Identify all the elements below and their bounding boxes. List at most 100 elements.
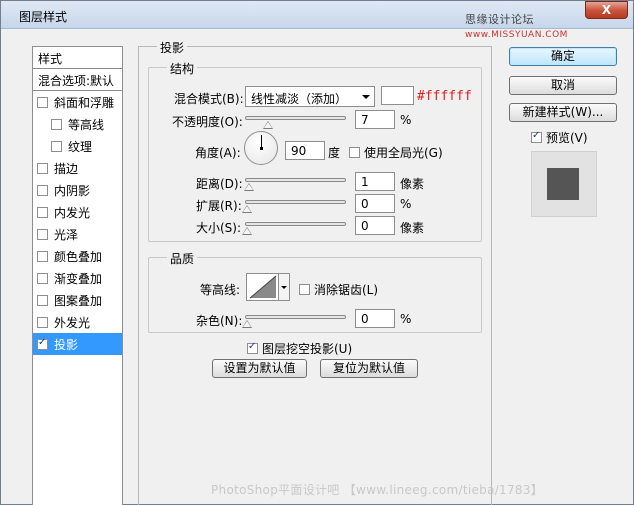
sidebar-item-color-overlay[interactable]: 颜色叠加: [33, 245, 122, 267]
contour-label: 等高线:: [200, 283, 241, 297]
opacity-unit: %: [400, 113, 412, 127]
watermark-top-text: 思缘设计论坛: [465, 13, 534, 26]
knockout-option[interactable]: 图层挖空投影(U): [247, 340, 352, 357]
blend-mode-value: 线性减淡（添加）: [251, 92, 348, 106]
sidebar-item-outer-glow[interactable]: 外发光: [33, 311, 122, 333]
spread-slider-thumb[interactable]: [242, 205, 252, 213]
sidebar-item-label: 等高线: [68, 117, 105, 132]
size-slider-thumb[interactable]: [242, 227, 252, 235]
distance-slider-track[interactable]: [245, 178, 346, 182]
new-style-button[interactable]: 新建样式(W)...: [509, 103, 617, 122]
sidebar-item-pattern-overlay[interactable]: 图案叠加: [33, 289, 122, 311]
blend-mode-select[interactable]: 线性减淡（添加）: [245, 86, 375, 107]
drop-shadow-checkbox[interactable]: [37, 337, 48, 350]
structure-title: 结构: [167, 60, 198, 77]
blend-mode-label: 混合模式(B):: [174, 92, 244, 106]
global-light-label: 使用全局光(G): [364, 146, 443, 160]
opacity-slider-thumb[interactable]: [263, 121, 273, 129]
noise-input[interactable]: 0: [355, 309, 395, 328]
sidebar-item-contour[interactable]: 等高线: [33, 113, 122, 135]
watermark-bottom: PhotoShop平面设计吧 【www.lineeg.com/tieba/178…: [211, 483, 544, 497]
preview-option[interactable]: 预览(V): [531, 129, 588, 146]
gradient-overlay-checkbox[interactable]: [37, 272, 48, 284]
antialias-checkbox[interactable]: [299, 284, 310, 295]
bevel-emboss-checkbox[interactable]: [37, 96, 48, 108]
shadow-color-hex: #ffffff: [417, 89, 472, 104]
opacity-slider-track[interactable]: [245, 116, 346, 120]
spread-label: 扩展(R):: [196, 199, 242, 213]
sidebar-item-drop-shadow[interactable]: 投影: [33, 333, 122, 355]
sidebar-item-label: 渐变叠加: [54, 271, 103, 286]
contour-checkbox[interactable]: [51, 118, 62, 130]
sidebar-item-texture[interactable]: 纹理: [33, 135, 122, 157]
angle-input[interactable]: 90: [285, 141, 325, 160]
size-label: 大小(S):: [196, 221, 242, 235]
sidebar-item-label: 投影: [54, 337, 79, 352]
pattern-overlay-checkbox[interactable]: [37, 294, 48, 306]
size-slider-track[interactable]: [245, 222, 346, 226]
sidebar-item-label: 外发光: [54, 315, 91, 330]
shadow-color-swatch[interactable]: [381, 86, 414, 105]
sidebar-item-gradient-overlay[interactable]: 渐变叠加: [33, 267, 122, 289]
blend-options-item[interactable]: 混合选项:默认: [33, 69, 122, 91]
noise-label: 杂色(N):: [196, 314, 243, 328]
structure-group: 结构 混合模式(B): 线性减淡（添加） #ffffff 不透明度(O): 7 …: [148, 60, 482, 242]
close-button[interactable]: X: [585, 1, 628, 19]
preview-checkbox[interactable]: [531, 130, 542, 143]
color-overlay-checkbox[interactable]: [37, 250, 48, 262]
contour-picker[interactable]: [246, 273, 290, 301]
angle-dial-center: [260, 147, 263, 150]
sidebar-item-bevel-emboss[interactable]: 斜面和浮雕: [33, 91, 122, 113]
distance-slider-thumb[interactable]: [244, 183, 254, 191]
quality-group: 品质 等高线: 消除锯齿(L) 杂色(N): 0 %: [148, 250, 482, 333]
spread-input[interactable]: 0: [355, 194, 395, 213]
noise-slider-thumb[interactable]: [242, 320, 252, 328]
watermark-top-site: www.MISSYUAN.COM: [465, 30, 568, 40]
chevron-down-icon: [281, 286, 287, 289]
preview-label: 预览(V): [546, 131, 588, 145]
sidebar-item-label: 描边: [54, 161, 79, 176]
antialias-option[interactable]: 消除锯齿(L): [299, 281, 378, 298]
global-light-option[interactable]: 使用全局光(G): [349, 144, 443, 161]
stroke-checkbox[interactable]: [37, 162, 48, 174]
distance-input[interactable]: 1: [355, 172, 395, 191]
cancel-button[interactable]: 取消: [509, 76, 617, 95]
knockout-label: 图层挖空投影(U): [262, 342, 353, 356]
sidebar-item-label: 颜色叠加: [54, 249, 103, 264]
title-bar[interactable]: 图层样式 思缘设计论坛 www.MISSYUAN.COM X: [1, 1, 633, 40]
global-light-checkbox[interactable]: [349, 147, 360, 158]
texture-checkbox[interactable]: [51, 140, 62, 152]
make-default-button[interactable]: 设置为默认值: [212, 359, 307, 378]
reset-default-button[interactable]: 复位为默认值: [320, 359, 418, 378]
spread-slider-track[interactable]: [245, 200, 346, 204]
sidebar-item-inner-glow[interactable]: 内发光: [33, 201, 122, 223]
distance-unit: 像素: [400, 177, 425, 191]
sidebar-item-satin[interactable]: 光泽: [33, 223, 122, 245]
knockout-checkbox[interactable]: [247, 341, 258, 354]
style-preview: [531, 151, 597, 217]
satin-checkbox[interactable]: [37, 228, 48, 240]
angle-dial[interactable]: [244, 131, 278, 165]
ok-button[interactable]: 确定: [509, 47, 617, 66]
sidebar-item-label: 内发光: [54, 205, 91, 220]
sidebar-item-stroke[interactable]: 描边: [33, 157, 122, 179]
sidebar-item-label: 光泽: [54, 227, 79, 242]
dialog-title: 图层样式: [19, 10, 68, 24]
opacity-input[interactable]: 7: [355, 110, 395, 129]
angle-unit: 度: [328, 146, 341, 160]
sidebar-item-label: 图案叠加: [54, 293, 103, 308]
inner-glow-checkbox[interactable]: [37, 206, 48, 218]
sidebar-item-inner-shadow[interactable]: 内阴影: [33, 179, 122, 201]
layer-style-dialog: 图层样式 思缘设计论坛 www.MISSYUAN.COM X 样式 混合选项:默…: [0, 0, 634, 505]
opacity-label: 不透明度(O):: [172, 115, 243, 129]
sidebar-item-label: 斜面和浮雕: [54, 95, 115, 110]
angle-label: 角度(A):: [195, 146, 241, 160]
style-list-header[interactable]: 样式: [33, 47, 122, 69]
inner-shadow-checkbox[interactable]: [37, 184, 48, 196]
chevron-down-icon: [362, 95, 370, 99]
outer-glow-checkbox[interactable]: [37, 316, 48, 328]
drop-shadow-title: 投影: [157, 39, 188, 56]
noise-slider-track[interactable]: [245, 315, 346, 319]
size-input[interactable]: 0: [355, 216, 395, 235]
spread-unit: %: [400, 197, 412, 211]
